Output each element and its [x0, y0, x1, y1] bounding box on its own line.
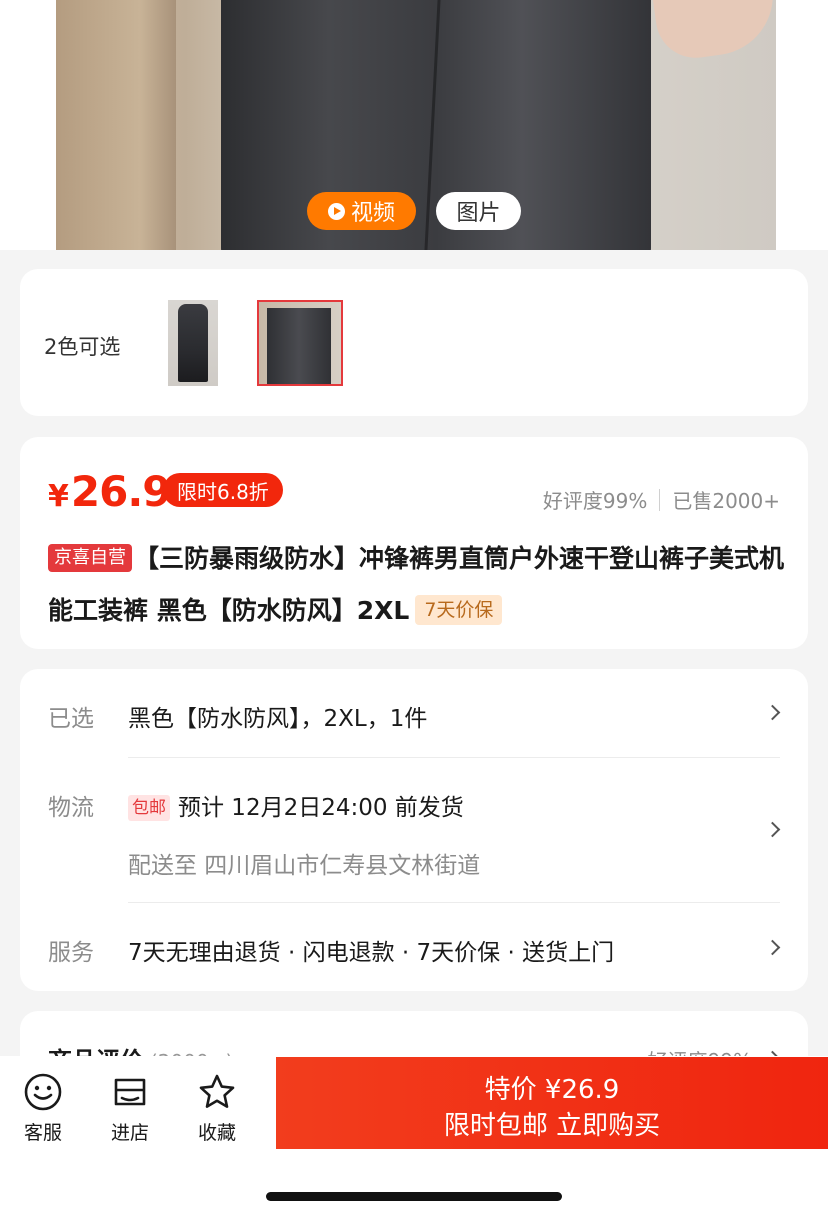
- price-value: 26.9: [70, 467, 172, 516]
- chevron-right-icon: [764, 939, 781, 956]
- self-run-tag: 京喜自营: [48, 544, 132, 572]
- product-title: 京喜自营 【三防暴雨级防水】冲锋裤男直筒户外速干登山裤子美式机能工装裤 黑色【防水…: [48, 533, 788, 637]
- tab-image-label: 图片: [456, 201, 501, 226]
- photo-hand: [651, 0, 776, 63]
- service-value: 7天无理由退货 · 闪电退款 · 7天价保 · 送货上门: [128, 940, 615, 966]
- price-guarantee-tag: 7天价保: [415, 595, 503, 625]
- favorite-button[interactable]: 收藏: [182, 1072, 252, 1145]
- thumbnail-image: [259, 302, 341, 384]
- service-label: 服务: [48, 940, 94, 966]
- product-stats: 好评度99% 已售2000+: [543, 485, 780, 514]
- buy-now-button[interactable]: 特价 ¥26.9 限时包邮 立即购买: [276, 1057, 828, 1149]
- customer-service-label: 客服: [23, 1122, 62, 1144]
- sold-count: 已售2000+: [672, 489, 780, 513]
- favorite-label: 收藏: [197, 1122, 236, 1144]
- color-options-card: 2色可选: [20, 269, 808, 416]
- discount-badge: 限时6.8折: [163, 473, 283, 507]
- thumbnail-figure: [178, 304, 208, 382]
- store-icon: [114, 1078, 146, 1106]
- selected-value: 黑色【防水防风】，2XL，1件: [128, 706, 428, 732]
- buy-price-line: 特价 ¥26.9: [484, 1075, 620, 1105]
- chevron-right-icon: [764, 704, 781, 721]
- tab-video-label: 视频: [350, 201, 395, 226]
- logistics-label: 物流: [48, 795, 94, 821]
- smiley-chat-icon: [24, 1073, 62, 1111]
- divider: [128, 902, 780, 903]
- thumbnail-image: [168, 300, 218, 386]
- price: ¥ 26.9: [48, 467, 172, 516]
- free-shipping-tag: 包邮: [128, 795, 170, 821]
- divider: [128, 757, 780, 758]
- color-thumbnail[interactable]: [168, 300, 254, 386]
- chevron-right-icon: [764, 821, 781, 838]
- selected-label: 已选: [48, 706, 94, 732]
- color-thumbnail-selected[interactable]: [257, 300, 343, 386]
- product-hero-image[interactable]: 视频 图片: [0, 0, 828, 250]
- tab-image[interactable]: 图片: [436, 192, 521, 230]
- store-label: 进店: [110, 1122, 149, 1144]
- color-count-label: 2色可选: [44, 335, 121, 359]
- media-tabs: 视频 图片: [0, 192, 828, 230]
- price-card: ¥ 26.9 限时6.8折 好评度99% 已售2000+ 京喜自营 【三防暴雨级防…: [20, 437, 808, 649]
- star-icon: [199, 1074, 235, 1108]
- rating-text: 好评度99%: [542, 489, 648, 513]
- store-button[interactable]: 进店: [95, 1072, 165, 1145]
- delivery-address: 配送至 四川眉山市仁寿县文林街道: [128, 853, 481, 879]
- customer-service-button[interactable]: 客服: [8, 1072, 78, 1145]
- thumbnail-figure: [267, 308, 331, 384]
- play-icon: [327, 202, 345, 220]
- ship-estimate: 预计 12月2日24:00 前发货: [178, 795, 464, 821]
- price-currency: ¥: [48, 479, 69, 514]
- stats-divider: [659, 488, 661, 511]
- ship-estimate-line: 包邮 预计 12月2日24:00 前发货: [128, 788, 464, 822]
- buy-action-line: 限时包邮 立即购买: [443, 1111, 661, 1141]
- purchase-options-card: 已选 黑色【防水防风】，2XL，1件 物流 包邮 预计 12月2日24:00 前发…: [20, 669, 808, 991]
- home-indicator[interactable]: [266, 1192, 562, 1201]
- tab-video[interactable]: 视频: [307, 192, 416, 230]
